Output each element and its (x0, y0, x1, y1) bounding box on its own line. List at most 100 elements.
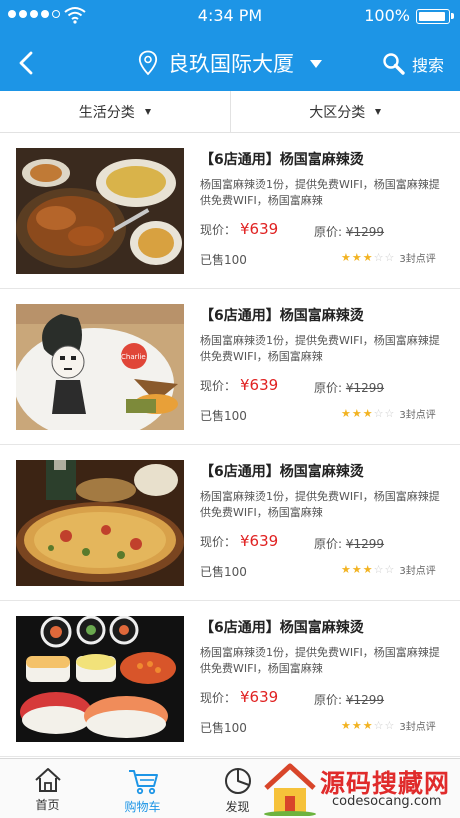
original-price-label: 原价: (314, 225, 343, 239)
star-empty-icon: ☆ (373, 562, 384, 576)
battery-percent: 100% (364, 6, 410, 25)
item-title: 【6店通用】杨国富麻辣烫 (200, 308, 364, 324)
tab-cart[interactable]: 购物车 (95, 759, 190, 818)
star-rating: ★ ★ ★ ☆ ☆ 3封点评 (341, 562, 436, 577)
current-price: 现价： ¥639 (200, 220, 278, 238)
star-filled-icon: ★ (351, 406, 362, 420)
filter-label: 大区分类 (309, 104, 366, 121)
location-name: 良玖国际大厦 (168, 52, 294, 76)
app-header: 4:34 PM 100% 良玖国际大厦 搜索 (0, 0, 460, 91)
star-filled-icon: ★ (351, 250, 362, 264)
list-item[interactable]: 【6店通用】杨国富麻辣烫 杨国富麻辣烫1份，提供免费WIFI，杨国富麻辣提供免费… (0, 133, 460, 289)
original-price-value: ¥1299 (345, 381, 385, 395)
list-item[interactable]: 【6店通用】杨国富麻辣烫 杨国富麻辣烫1份，提供免费WIFI，杨国富麻辣提供免费… (0, 601, 460, 757)
item-description: 杨国富麻辣烫1份，提供免费WIFI，杨国富麻辣提供免费WIFI，杨国富麻辣 (200, 178, 440, 207)
item-description: 杨国富麻辣烫1份，提供免费WIFI，杨国富麻辣提供免费WIFI，杨国富麻辣 (200, 490, 440, 519)
original-price-label: 原价: (314, 537, 343, 551)
star-filled-icon: ★ (341, 406, 351, 420)
star-empty-icon: ☆ (373, 718, 384, 732)
shopping-cart-icon (128, 770, 158, 795)
item-title: 【6店通用】杨国富麻辣烫 (200, 464, 364, 480)
location-pin-icon (138, 50, 158, 76)
list-item[interactable]: 【6店通用】杨国富麻辣烫 杨国富麻辣烫1份，提供免费WIFI，杨国富麻辣提供免费… (0, 445, 460, 601)
star-rating: ★ ★ ★ ☆ ☆ 3封点评 (341, 406, 436, 421)
filter-label: 生活分类 (78, 104, 135, 121)
star-empty-icon: ☆ (373, 250, 384, 264)
original-price-value: ¥1299 (345, 537, 385, 551)
current-price-label: 现价： (200, 691, 237, 705)
original-price: 原价: ¥1299 (314, 223, 384, 240)
star-rating: ★ ★ ★ ☆ ☆ 3封点评 (341, 718, 436, 733)
star-filled-icon: ★ (362, 250, 373, 264)
star-filled-icon: ★ (351, 562, 362, 576)
original-price-value: ¥1299 (345, 693, 385, 707)
star-filled-icon: ★ (362, 718, 373, 732)
item-title: 【6店通用】杨国富麻辣烫 (200, 152, 364, 168)
search-button[interactable]: 搜索 (382, 52, 444, 76)
star-filled-icon: ★ (341, 562, 351, 576)
sold-count: 已售100 (200, 253, 247, 267)
item-description: 杨国富麻辣烫1份，提供免费WIFI，杨国富麻辣提供免费WIFI，杨国富麻辣 (200, 646, 440, 675)
food-photo-grill (16, 148, 184, 274)
tab-label: 首页 (35, 798, 60, 812)
current-price: 现价： ¥639 (200, 376, 278, 394)
star-filled-icon: ★ (362, 406, 373, 420)
star-filled-icon: ★ (351, 718, 362, 732)
review-count: 3封点评 (399, 566, 436, 577)
star-empty-icon: ☆ (384, 562, 395, 576)
filter-life-category[interactable]: 生活分类 (0, 91, 231, 132)
original-price: 原价: ¥1299 (314, 691, 384, 708)
battery-icon (416, 9, 454, 24)
star-empty-icon: ☆ (373, 406, 384, 420)
original-price: 原价: ¥1299 (314, 379, 384, 396)
original-price-value: ¥1299 (345, 225, 385, 239)
dropdown-caret-icon (310, 60, 322, 68)
sold-count: 已售100 (200, 409, 247, 423)
status-bar: 4:34 PM 100% (0, 0, 460, 32)
watermark-url: codesocang.com (332, 794, 442, 809)
current-price-value: ¥639 (240, 532, 279, 550)
original-price: 原价: ¥1299 (314, 535, 384, 552)
svg-text:Charlie: Charlie (121, 353, 146, 361)
current-price: 现价： ¥639 (200, 688, 278, 706)
food-photo-pizza (16, 460, 184, 586)
star-rating: ★ ★ ★ ☆ ☆ 3封点评 (341, 250, 436, 265)
list-item[interactable]: Charlie 【6店通用】杨国富麻辣烫 杨国富麻辣烫1份，提供免费WIFI，杨… (0, 289, 460, 445)
deal-list: 【6店通用】杨国富麻辣烫 杨国富麻辣烫1份，提供免费WIFI，杨国富麻辣提供免费… (0, 133, 460, 758)
pie-chart-icon (224, 768, 251, 794)
dropdown-caret-icon (144, 108, 151, 115)
review-count: 3封点评 (399, 254, 436, 265)
current-price-label: 现价： (200, 535, 237, 549)
sold-count: 已售100 (200, 721, 247, 735)
food-photo-sushi (16, 616, 184, 742)
original-price-label: 原价: (314, 693, 343, 707)
star-empty-icon: ☆ (384, 406, 395, 420)
tab-label: 发现 (225, 800, 250, 814)
sold-count: 已售100 (200, 565, 247, 579)
house-logo-icon (264, 763, 316, 816)
item-title: 【6店通用】杨国富麻辣烫 (200, 620, 364, 636)
watermark-logo: 源码搜藏网 codesocang.com (260, 760, 460, 818)
location-selector[interactable]: 良玖国际大厦 (138, 48, 322, 78)
current-price-label: 现价： (200, 379, 237, 393)
tab-label: 购物车 (124, 800, 161, 814)
star-filled-icon: ★ (341, 250, 351, 264)
tab-home[interactable]: 首页 (0, 759, 95, 818)
search-icon (383, 53, 405, 75)
star-filled-icon: ★ (362, 562, 373, 576)
dropdown-caret-icon (375, 108, 382, 115)
food-photo-chaplin: Charlie (16, 304, 184, 430)
filter-district[interactable]: 大区分类 (231, 91, 460, 132)
back-arrow-icon[interactable] (14, 50, 40, 76)
current-price-value: ¥639 (240, 376, 279, 394)
current-price-value: ¥639 (240, 688, 279, 706)
search-label: 搜索 (411, 56, 444, 75)
review-count: 3封点评 (399, 410, 436, 421)
current-price-label: 现价： (200, 223, 237, 237)
home-icon (34, 768, 61, 792)
star-empty-icon: ☆ (384, 718, 395, 732)
item-description: 杨国富麻辣烫1份，提供免费WIFI，杨国富麻辣提供免费WIFI，杨国富麻辣 (200, 334, 440, 363)
original-price-label: 原价: (314, 381, 343, 395)
current-price-value: ¥639 (240, 220, 279, 238)
star-empty-icon: ☆ (384, 250, 395, 264)
